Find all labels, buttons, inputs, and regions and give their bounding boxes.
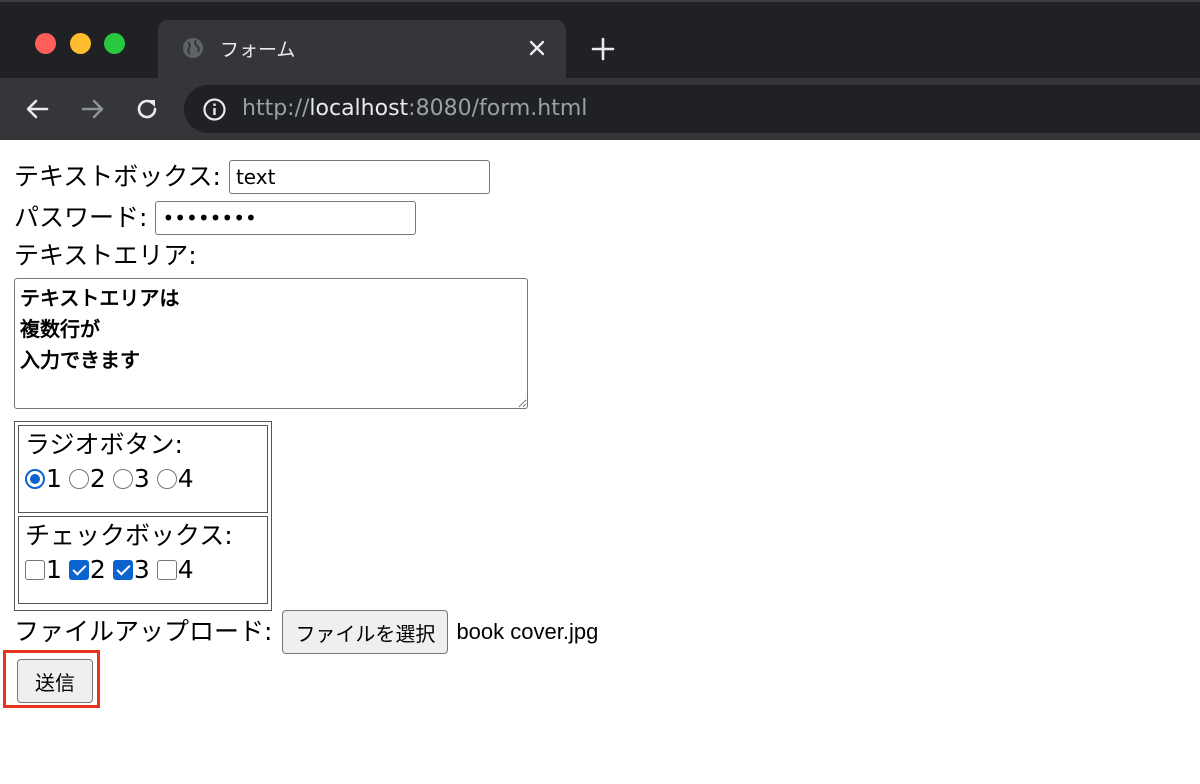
choose-file-button[interactable]: ファイルを選択: [282, 610, 449, 654]
checkbox-option-4[interactable]: 4: [156, 555, 194, 585]
close-window-button[interactable]: [35, 33, 56, 54]
back-arrow-icon[interactable]: [24, 95, 52, 123]
textarea-input[interactable]: テキストエリアは 複数行が 入力できます: [14, 278, 528, 409]
password-input[interactable]: [155, 201, 417, 235]
textbox-label: テキストボックス:: [14, 162, 221, 191]
textarea-label: テキストエリア:: [14, 241, 197, 270]
url-path: :8080/form.html: [408, 96, 588, 121]
tab-title: フォーム: [220, 39, 296, 61]
globe-icon: [183, 38, 203, 58]
reload-icon[interactable]: [133, 95, 161, 123]
password-row: パスワード:: [14, 201, 417, 235]
checkbox-option-label: 4: [177, 555, 194, 584]
close-tab-icon[interactable]: [524, 35, 550, 61]
checkbox-option-2[interactable]: 2: [68, 555, 106, 585]
radio-option-label: 3: [133, 464, 150, 493]
checkbox-box-2[interactable]: [68, 560, 89, 580]
radio-option-label: 1: [46, 464, 62, 493]
radio-option-1[interactable]: 1: [25, 464, 62, 494]
checkbox-fieldset: チェックボックス: 1234: [18, 516, 268, 604]
url-scheme: http://: [242, 96, 310, 121]
url-text: http://localhost:8080/form.html: [242, 96, 587, 121]
checkbox-option-label: 1: [46, 555, 62, 584]
submit-highlight-box: 送信: [3, 650, 100, 708]
forward-arrow-icon[interactable]: [78, 95, 106, 123]
textarea-label-row: テキストエリア:: [14, 241, 197, 271]
radio-circle-1[interactable]: [25, 469, 45, 489]
file-upload-label: ファイルアップロード:: [14, 617, 273, 646]
checkbox-option-3[interactable]: 3: [112, 555, 150, 585]
checkbox-box-1[interactable]: [25, 560, 45, 580]
options-fieldset: ラジオボタン: 1234 チェックボックス: 1234: [14, 421, 272, 611]
textbox-row: テキストボックス:: [14, 160, 490, 194]
password-label: パスワード:: [14, 203, 148, 232]
file-upload-row: ファイルアップロード: ファイルを選択 book cover.jpg: [14, 610, 598, 654]
radio-option-label: 2: [89, 464, 106, 493]
radio-fieldset: ラジオボタン: 1234: [18, 425, 268, 513]
radio-circle-2[interactable]: [68, 469, 89, 489]
radio-option-4[interactable]: 4: [156, 464, 194, 494]
selected-file-name: book cover.jpg: [456, 619, 599, 644]
titlebar-top-line: [0, 0, 1200, 2]
page-content: テキストボックス: パスワード: テキストエリア: テキストエリアは 複数行が …: [0, 140, 1200, 784]
radio-label: ラジオボタン:: [25, 430, 183, 459]
checkbox-label: チェックボックス:: [25, 521, 233, 550]
checkbox-box-4[interactable]: [156, 560, 177, 580]
checkbox-box-3[interactable]: [112, 560, 133, 580]
radio-option-3[interactable]: 3: [112, 464, 150, 494]
browser-titlebar: フォーム: [0, 0, 1200, 78]
browser-tab-active[interactable]: フォーム: [158, 20, 566, 78]
radio-options: 1234: [25, 464, 261, 494]
checkbox-option-label: 3: [133, 555, 150, 584]
radio-option-2[interactable]: 2: [68, 464, 106, 494]
browser-toolbar: http://localhost:8080/form.html: [0, 78, 1200, 140]
checkbox-option-1[interactable]: 1: [25, 555, 62, 585]
checkbox-option-label: 2: [89, 555, 106, 584]
radio-circle-4[interactable]: [156, 469, 177, 489]
text-input[interactable]: [228, 160, 490, 194]
maximize-window-button[interactable]: [104, 33, 125, 54]
address-bar[interactable]: http://localhost:8080/form.html: [184, 85, 1200, 133]
submit-button[interactable]: 送信: [17, 659, 93, 703]
radio-circle-3[interactable]: [112, 469, 133, 489]
new-tab-icon[interactable]: [590, 36, 616, 62]
radio-option-label: 4: [177, 464, 194, 493]
checkbox-options: 1234: [25, 555, 261, 585]
url-host: localhost: [309, 96, 409, 121]
info-icon[interactable]: [202, 97, 227, 122]
minimize-window-button[interactable]: [70, 33, 91, 54]
